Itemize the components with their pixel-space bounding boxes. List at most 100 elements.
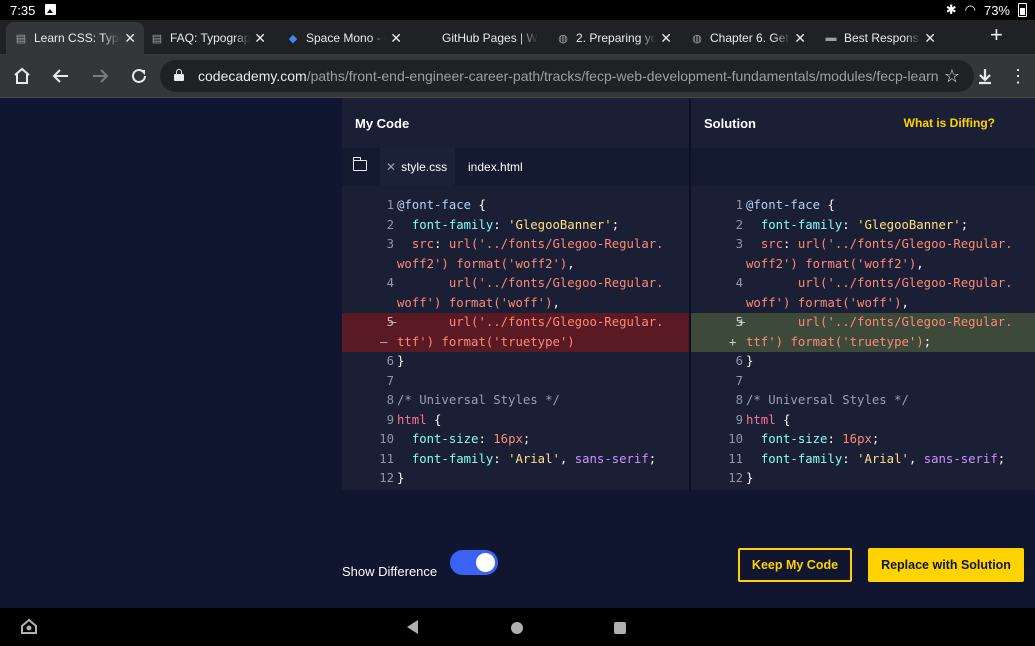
browser-tab[interactable]: ▤ FAQ: Typography✕ — [142, 22, 274, 54]
address-bar[interactable]: codecademy.com/paths/front-end-engineer-… — [160, 60, 974, 92]
code-line: 2 font-family: 'GlegooBanner'; — [691, 216, 1035, 236]
wifi-icon: ◠ — [964, 2, 976, 17]
file-tab-style-css[interactable]: ✕ style.css — [380, 148, 456, 186]
solution-header: Solution What is Diffing? — [691, 98, 1035, 148]
tab-title: Space Mono - Go — [306, 31, 386, 45]
code-text: } — [746, 471, 754, 485]
folder-icon[interactable] — [352, 157, 367, 171]
url-path: /paths/front-end-engineer-career-path/tr… — [306, 68, 938, 84]
google-fonts-icon: ◆ — [288, 32, 298, 45]
code-text: @font-face { — [397, 198, 486, 212]
globe-icon: ◍ — [692, 32, 702, 45]
diff-removed-marker: — — [389, 315, 397, 329]
browser-tab[interactable]: ◍ 2. Preparing your✕ — [548, 22, 680, 54]
nav-home-icon[interactable] — [511, 622, 523, 634]
tab-close-icon[interactable]: ✕ — [254, 30, 266, 47]
my-code-title: My Code — [355, 115, 410, 131]
tab-title: Chapter 6. Gettin — [710, 31, 790, 45]
code-text: ttf') format('truetype') — [397, 334, 575, 349]
code-line: 12} — [691, 469, 1035, 489]
forward-arrow-icon[interactable] — [88, 64, 112, 88]
code-text: font-family: 'Arial', sans-serif; — [411, 451, 657, 466]
code-line: 10 font-size: 16px; — [691, 430, 1035, 450]
diff-added-marker: + — [729, 334, 737, 349]
what-is-diffing-link[interactable]: What is Diffing? — [904, 116, 995, 130]
browser-tab[interactable]: GitHub Pages | W — [414, 22, 546, 54]
tab-close-icon[interactable]: ✕ — [924, 30, 936, 47]
toggle-knob — [476, 553, 495, 572]
code-text: url('../fonts/Glegoo-Regular. — [797, 315, 1013, 329]
nav-recents-icon[interactable] — [614, 622, 626, 634]
tab-title: 2. Preparing your — [576, 31, 657, 45]
my-code-editor[interactable]: 1 @font-face {2 font-family: 'GlegooBanne… — [342, 186, 689, 490]
close-icon[interactable]: ✕ — [386, 160, 396, 174]
new-tab-button[interactable]: + — [990, 24, 1003, 46]
globe-icon: ◍ — [558, 32, 568, 45]
browser-tab-strip: ▤Learn CSS: Typog✕▤FAQ: Typography✕◆Spac… — [0, 20, 1035, 54]
code-text: url('../fonts/Glegoo-Regular. — [797, 276, 1013, 290]
line-number: 8 — [735, 393, 743, 407]
code-text: url('../fonts/Glegoo-Regular. — [448, 315, 664, 329]
browser-tab[interactable]: ◍ Chapter 6. Gettin ✕ — [682, 22, 814, 54]
line-number: 8 — [386, 393, 394, 407]
show-difference-label: Show Difference — [342, 564, 438, 579]
tab-title: FAQ: Typography — [170, 31, 251, 45]
lens-icon[interactable] — [20, 618, 38, 635]
code-line: woff2') format('woff2'), — [691, 255, 1035, 275]
browser-tab[interactable]: ▤ Learn CSS: Typog ✕ — [6, 22, 144, 54]
code-line-added: 5 + url('../fonts/Glegoo-Regular. — [691, 313, 1035, 333]
code-line: woff') format('woff'), — [691, 294, 1035, 314]
home-icon[interactable] — [10, 64, 34, 88]
code-line: 4 url('../fonts/Glegoo-Regular. — [342, 274, 689, 294]
bookmark-star-icon[interactable]: ☆ — [940, 64, 964, 88]
code-text: ttf') format('truetype'); — [746, 334, 932, 349]
tab-close-icon[interactable]: ✕ — [660, 30, 672, 47]
line-number: 2 — [735, 217, 743, 232]
line-number: 12 — [379, 471, 394, 485]
code-line-removed: — ttf') format('truetype') — [342, 332, 689, 352]
lock-icon — [174, 69, 184, 81]
code-line: woff') format('woff'), — [342, 294, 689, 314]
url-text[interactable]: codecademy.com/paths/front-end-engineer-… — [198, 68, 938, 84]
site-icon: ▬ — [825, 32, 837, 44]
codecademy-icon: ▤ — [15, 32, 27, 45]
nav-back-icon[interactable] — [407, 620, 418, 634]
show-difference-toggle[interactable] — [450, 550, 498, 575]
code-line: 11 font-family: 'Arial', sans-serif; — [342, 450, 689, 470]
back-arrow-icon[interactable] — [49, 64, 73, 88]
code-line: 11 font-family: 'Arial', sans-serif; — [691, 450, 1035, 470]
my-code-header: My Code — [342, 98, 689, 148]
codecademy-icon: ▤ — [151, 32, 163, 45]
line-number: 9 — [735, 412, 743, 427]
browser-toolbar: codecademy.com/paths/front-end-engineer-… — [0, 54, 1035, 98]
line-number: 1 — [386, 198, 394, 212]
solution-code-viewer: 1 @font-face {2 font-family: 'GlegooBanne… — [691, 186, 1035, 490]
line-number: 3 — [386, 237, 394, 251]
code-text: } — [397, 471, 405, 485]
browser-tab[interactable]: ◆ Space Mono - Go ✕ — [278, 22, 410, 54]
browser-tab[interactable]: ▬ Best Responsive ✕ — [816, 22, 944, 54]
line-number: 3 — [735, 237, 743, 251]
line-number: 1 — [735, 198, 743, 212]
line-number: 4 — [386, 276, 394, 290]
tab-close-icon[interactable]: ✕ — [124, 30, 136, 47]
status-icons: ✱ ◠ 73% — [946, 2, 1027, 18]
tab-title: Best Responsive — [844, 31, 920, 45]
reload-icon[interactable] — [127, 64, 151, 88]
file-tab-index-html[interactable]: index.html — [468, 148, 523, 186]
url-host: codecademy.com — [198, 68, 307, 84]
line-number: 10 — [728, 432, 743, 446]
code-line: 3 src: url('../fonts/Glegoo-Regular. — [691, 235, 1035, 255]
code-text: src: url('../fonts/Glegoo-Regular. — [411, 237, 664, 251]
code-line: 1 @font-face { — [691, 196, 1035, 216]
code-text: src: url('../fonts/Glegoo-Regular. — [760, 237, 1013, 251]
code-text: } — [746, 354, 754, 368]
keep-my-code-button[interactable]: Keep My Code — [738, 548, 852, 582]
more-menu-icon[interactable]: ⋮ — [1006, 64, 1030, 88]
tab-close-icon[interactable]: ✕ — [794, 30, 806, 47]
download-icon[interactable] — [973, 64, 997, 88]
tab-close-icon[interactable]: ✕ — [390, 30, 402, 47]
replace-with-solution-button[interactable]: Replace with Solution — [868, 548, 1024, 582]
code-line: 12} — [342, 469, 689, 489]
line-number: 11 — [728, 451, 743, 466]
